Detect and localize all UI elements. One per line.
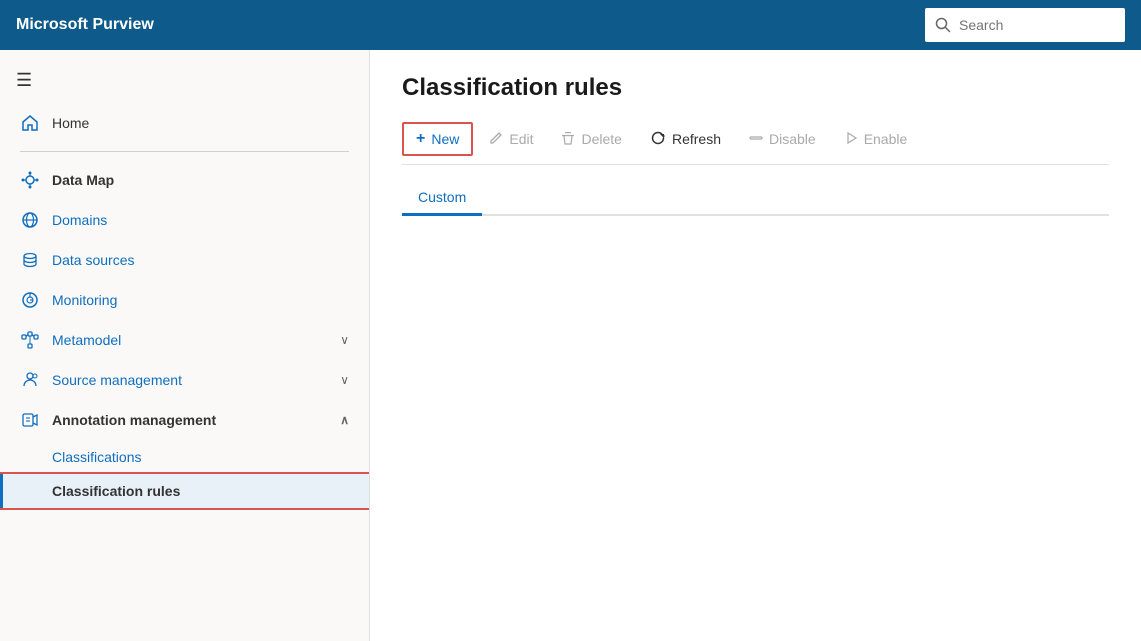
search-icon [935, 17, 951, 33]
search-box[interactable] [925, 8, 1125, 42]
edit-button[interactable]: Edit [477, 125, 545, 154]
sidebar: ☰ Home [0, 50, 370, 641]
sidebar-item-source-management-label: Source management [52, 372, 182, 388]
sidebar-item-annotation-management-label: Annotation management [52, 412, 216, 428]
metamodel-chevron-icon: ∨ [340, 333, 349, 347]
delete-icon [561, 131, 575, 148]
tabs: Custom [402, 181, 1109, 216]
monitoring-icon [20, 290, 40, 310]
sidebar-item-data-sources[interactable]: Data sources [0, 240, 369, 280]
enable-button[interactable]: Enable [832, 125, 920, 154]
sidebar-item-domains[interactable]: Domains [0, 200, 369, 240]
source-management-icon [20, 370, 40, 390]
sidebar-item-classification-rules-label: Classification rules [52, 483, 180, 499]
search-input[interactable] [959, 17, 1115, 33]
sidebar-item-metamodel[interactable]: Metamodel ∨ [0, 320, 369, 360]
domains-icon [20, 210, 40, 230]
edit-icon [489, 131, 503, 148]
sidebar-item-classification-rules[interactable]: Classification rules [0, 474, 369, 508]
app-title: Microsoft Purview [16, 16, 925, 34]
sidebar-item-source-management[interactable]: Source management ∨ [0, 360, 369, 400]
disable-button[interactable]: Disable [737, 125, 828, 154]
sidebar-item-monitoring-label: Monitoring [52, 292, 117, 308]
sidebar-item-monitoring[interactable]: Monitoring [0, 280, 369, 320]
hamburger-button[interactable]: ☰ [0, 58, 369, 103]
sidebar-item-annotation-management[interactable]: Annotation management ∧ [0, 400, 369, 440]
content-area: Classification rules + New Edit [370, 50, 1141, 641]
metamodel-icon [20, 330, 40, 350]
sidebar-item-home-label: Home [52, 115, 89, 131]
disable-icon [749, 131, 763, 148]
annotation-management-icon [20, 410, 40, 430]
main-layout: ☰ Home [0, 50, 1141, 641]
data-sources-icon [20, 250, 40, 270]
annotation-management-chevron-icon: ∧ [340, 413, 349, 427]
source-management-chevron-icon: ∨ [340, 373, 349, 387]
sidebar-item-data-map-label: Data Map [52, 172, 114, 188]
sidebar-item-domains-label: Domains [52, 212, 107, 228]
topbar: Microsoft Purview [0, 0, 1141, 50]
refresh-button[interactable]: Refresh [638, 124, 733, 155]
plus-icon: + [416, 130, 425, 148]
sidebar-item-home[interactable]: Home [0, 103, 369, 143]
new-button[interactable]: + New [402, 122, 473, 156]
sidebar-item-metamodel-label: Metamodel [52, 332, 121, 348]
enable-icon [844, 131, 858, 148]
delete-button[interactable]: Delete [549, 125, 633, 154]
sidebar-item-classifications-label: Classifications [52, 449, 141, 465]
sidebar-item-data-map[interactable]: Data Map [0, 160, 369, 200]
sidebar-item-data-sources-label: Data sources [52, 252, 134, 268]
page-title: Classification rules [402, 74, 1109, 102]
content-inner: Classification rules + New Edit [370, 50, 1141, 641]
data-map-icon [20, 170, 40, 190]
toolbar: + New Edit [402, 122, 1109, 165]
tab-custom[interactable]: Custom [402, 181, 482, 216]
home-icon [20, 113, 40, 133]
sidebar-item-classifications[interactable]: Classifications [0, 440, 369, 474]
refresh-icon [650, 130, 666, 149]
sidebar-divider [20, 151, 349, 152]
